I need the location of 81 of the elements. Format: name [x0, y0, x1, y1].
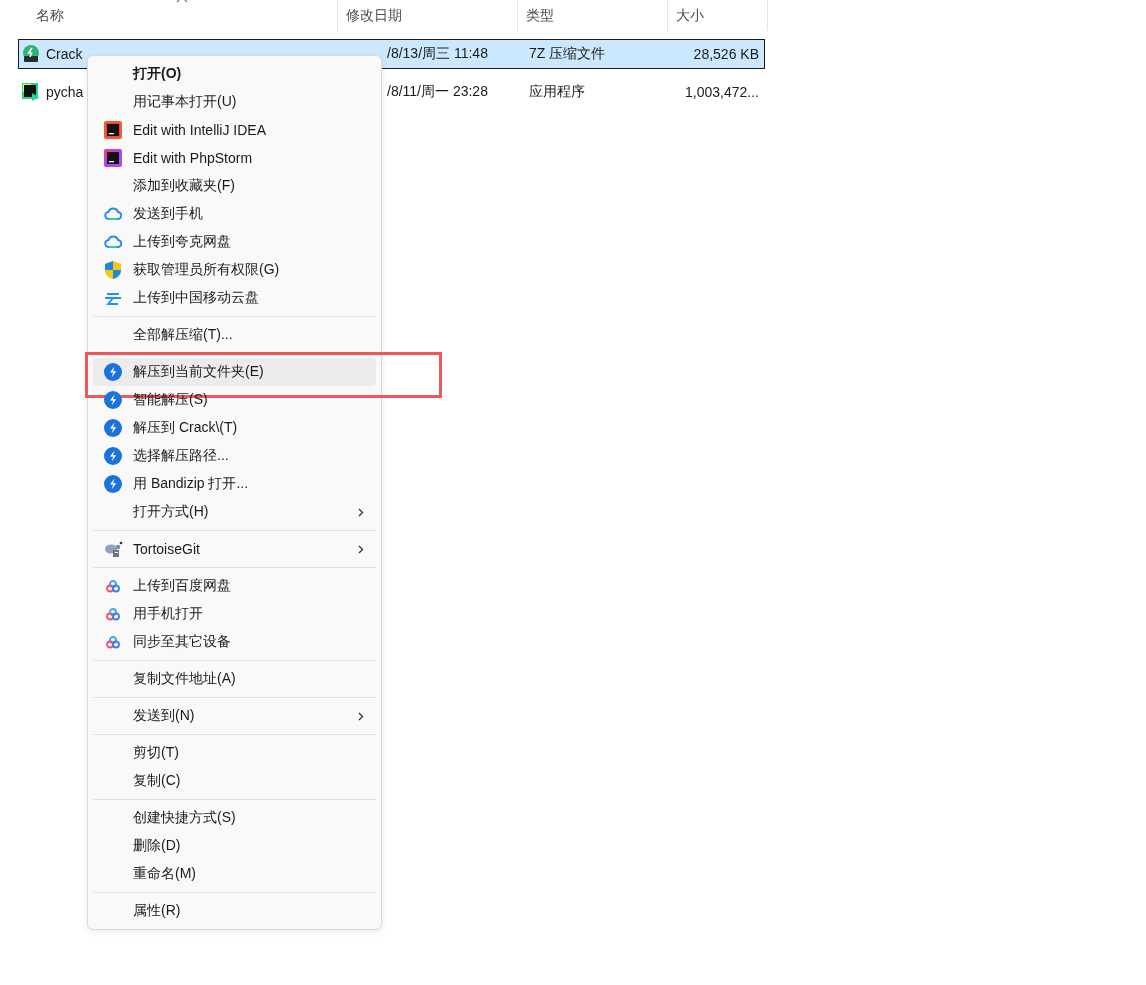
menu-label: 复制(C) — [133, 772, 181, 790]
menu-item[interactable]: TortoiseGit — [93, 535, 376, 563]
menu-label: 选择解压路径... — [133, 447, 229, 465]
lightning-icon — [104, 363, 122, 381]
menu-item[interactable]: 剪切(T) — [93, 739, 376, 767]
menu-item[interactable]: 复制文件地址(A) — [93, 665, 376, 693]
menu-item[interactable]: 删除(D) — [93, 832, 376, 860]
menu-item[interactable]: 用手机打开 — [93, 600, 376, 628]
menu-label: 用手机打开 — [133, 605, 203, 623]
modified-date: /8/13/周三 11:48 — [387, 45, 488, 61]
menu-label: 上传到夸克网盘 — [133, 233, 231, 251]
menu-item[interactable]: 解压到当前文件夹(E) — [93, 358, 376, 386]
file-size: 1,003,472... — [685, 84, 759, 100]
menu-label: 解压到 Crack\(T) — [133, 419, 238, 437]
file-type: 应用程序 — [529, 83, 585, 99]
app-icon — [104, 149, 122, 167]
file-name: Crack — [46, 46, 83, 62]
menu-item[interactable]: 用 Bandizip 打开... — [93, 470, 376, 498]
column-header[interactable]: 类型 — [518, 0, 668, 31]
menu-label: 复制文件地址(A) — [133, 670, 236, 688]
column-header[interactable]: 修改日期 — [338, 0, 518, 31]
menu-item[interactable]: 发送到(N) — [93, 702, 376, 730]
menu-label: 删除(D) — [133, 837, 181, 855]
menu-item[interactable]: 选择解压路径... — [93, 442, 376, 470]
column-header[interactable]: 大小 — [668, 0, 768, 31]
menu-label: Edit with IntelliJ IDEA — [133, 122, 267, 138]
menu-label: 上传到中国移动云盘 — [133, 289, 259, 307]
cloud-icon — [104, 290, 122, 306]
menu-label: 用 Bandizip 打开... — [133, 475, 249, 493]
cloud-icon — [104, 234, 122, 250]
menu-item[interactable]: 获取管理员所有权限(G) — [93, 256, 376, 284]
menu-item[interactable]: 发送到手机 — [93, 200, 376, 228]
menu-item[interactable]: 上传到中国移动云盘 — [93, 284, 376, 312]
app-icon — [104, 121, 122, 139]
menu-label: 添加到收藏夹(F) — [133, 177, 235, 195]
menu-label: 发送到手机 — [133, 205, 203, 223]
lightning-icon — [104, 447, 122, 465]
file-size: 28,526 KB — [693, 46, 759, 62]
lightning-icon — [104, 475, 122, 493]
menu-item[interactable]: 添加到收藏夹(F) — [93, 172, 376, 200]
app-icon — [22, 83, 40, 101]
menu-item[interactable]: Edit with PhpStorm — [93, 144, 376, 172]
menu-label: 同步至其它设备 — [133, 633, 231, 651]
turtle-icon — [103, 540, 123, 558]
cloud-icon — [105, 635, 121, 649]
menu-item[interactable]: 同步至其它设备 — [93, 628, 376, 656]
menu-item[interactable]: 创建快捷方式(S) — [93, 804, 376, 832]
menu-label: 全部解压缩(T)... — [133, 326, 233, 344]
menu-item[interactable]: 属性(R) — [93, 897, 376, 925]
menu-item[interactable]: 复制(C) — [93, 767, 376, 795]
menu-label: 用记事本打开(U) — [133, 93, 237, 111]
menu-item[interactable]: 上传到百度网盘 — [93, 572, 376, 600]
menu-item[interactable]: 上传到夸克网盘 — [93, 228, 376, 256]
menu-label: 属性(R) — [133, 902, 181, 920]
menu-label: 获取管理员所有权限(G) — [133, 261, 280, 279]
cloud-icon — [105, 607, 121, 621]
lightning-icon — [104, 391, 122, 409]
menu-item[interactable]: 重命名(M) — [93, 860, 376, 888]
menu-label: 解压到当前文件夹(E) — [133, 363, 264, 381]
menu-item[interactable]: Edit with IntelliJ IDEA — [93, 116, 376, 144]
lightning-icon — [104, 419, 122, 437]
column-header[interactable]: 名称 — [28, 0, 338, 31]
menu-item[interactable]: 全部解压缩(T)... — [93, 321, 376, 349]
menu-item[interactable]: 解压到 Crack\(T) — [93, 414, 376, 442]
menu-label: 上传到百度网盘 — [133, 577, 231, 595]
menu-item[interactable]: 打开方式(H) — [93, 498, 376, 526]
menu-label: 剪切(T) — [133, 744, 179, 762]
menu-label: TortoiseGit — [133, 541, 200, 557]
cloud-icon — [105, 579, 121, 593]
menu-label: 打开方式(H) — [133, 503, 209, 521]
menu-label: 发送到(N) — [133, 707, 195, 725]
menu-label: Edit with PhpStorm — [133, 150, 253, 166]
menu-label: 重命名(M) — [133, 865, 196, 883]
cloud-icon — [104, 206, 122, 222]
menu-label: 创建快捷方式(S) — [133, 809, 236, 827]
shield-icon — [104, 260, 122, 280]
menu-item[interactable]: 用记事本打开(U) — [93, 88, 376, 116]
file-name: pycha — [46, 84, 84, 100]
file-type: 7Z 压缩文件 — [529, 45, 606, 61]
archive-icon — [22, 45, 40, 63]
modified-date: /8/11/周一 23:28 — [387, 83, 488, 99]
